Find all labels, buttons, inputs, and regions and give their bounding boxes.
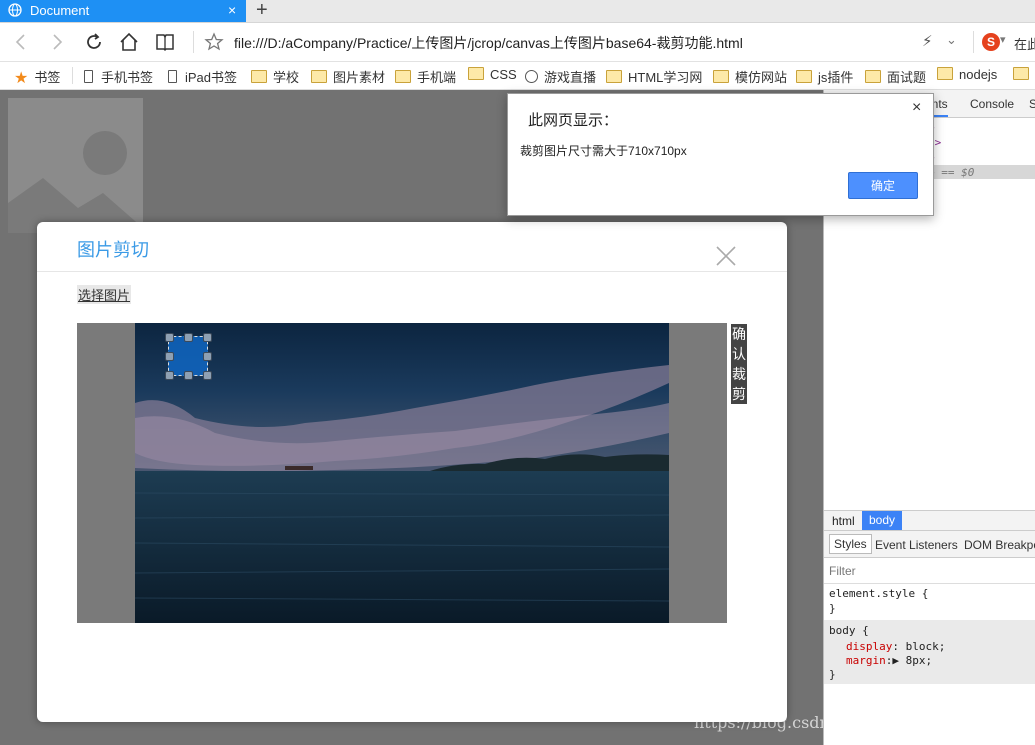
address-input[interactable]: file:///D:/aCompany/Practice/上传图片/jcrop/… bbox=[234, 33, 743, 53]
bookmark-item[interactable] bbox=[1013, 67, 1035, 82]
lightning-icon[interactable]: ⚡ bbox=[922, 32, 933, 50]
image-placeholder-icon bbox=[8, 131, 143, 233]
folder-icon bbox=[395, 70, 411, 83]
bookmarks-bar: ★ 书签 手机书签 iPad书签 学校 图片素材 手机端 CSS 游戏直播 HTM… bbox=[0, 62, 1035, 90]
tab-bar: Document × + bbox=[0, 0, 1035, 23]
bookmark-item[interactable]: CSS bbox=[468, 67, 517, 82]
crop-image[interactable] bbox=[135, 323, 669, 623]
bookmark-item[interactable]: HTML学习网 bbox=[606, 67, 702, 86]
bookmark-item[interactable]: 游戏直播 bbox=[525, 67, 596, 86]
close-icon[interactable] bbox=[716, 246, 736, 266]
bookmark-item[interactable]: iPad书签 bbox=[168, 67, 237, 86]
crop-selection[interactable] bbox=[165, 333, 212, 380]
alert-title: 此网页显示： bbox=[528, 112, 619, 129]
crop-handle-ne[interactable] bbox=[203, 333, 212, 342]
forward-icon[interactable] bbox=[46, 31, 68, 53]
bookmark-item[interactable]: 图片素材 bbox=[311, 67, 385, 86]
search-engine-logo-icon[interactable]: S bbox=[982, 33, 1000, 51]
body-rule-selector: body { bbox=[829, 624, 869, 637]
ok-button[interactable]: 确定 bbox=[848, 172, 918, 199]
bookmark-item[interactable]: 模仿网站 bbox=[713, 67, 787, 86]
filter-divider bbox=[824, 583, 1035, 584]
bookmark-item[interactable]: 学校 bbox=[251, 67, 299, 86]
bookmark-divider bbox=[72, 67, 73, 84]
bookmark-item[interactable]: 手机书签 bbox=[84, 67, 153, 86]
crop-handle-sw[interactable] bbox=[165, 371, 174, 380]
seascape-image bbox=[135, 323, 669, 623]
styles-subtabs: Styles Event Listeners DOM Breakpo bbox=[824, 531, 1035, 558]
image-placeholder bbox=[8, 98, 143, 233]
search-input[interactable]: 在此 bbox=[1014, 34, 1035, 53]
folder-icon bbox=[311, 70, 327, 83]
folder-icon bbox=[865, 70, 881, 83]
new-tab-button[interactable]: + bbox=[256, 0, 268, 22]
navigation-bar: file:///D:/aCompany/Practice/上传图片/jcrop/… bbox=[0, 23, 1035, 62]
reading-view-icon[interactable] bbox=[154, 31, 176, 53]
crop-handle-e[interactable] bbox=[203, 352, 212, 361]
css-property-margin[interactable]: margin:▶ 8px; bbox=[846, 654, 932, 667]
rule-close: } bbox=[829, 668, 836, 681]
css-property-display[interactable]: display: block; bbox=[846, 640, 945, 653]
modal-divider bbox=[37, 271, 787, 272]
folder-icon bbox=[796, 70, 812, 83]
folder-icon bbox=[1013, 67, 1029, 80]
select-image-button[interactable]: 选择图片 bbox=[77, 285, 132, 304]
tab-event-listeners[interactable]: Event Listeners bbox=[875, 538, 958, 552]
nav-divider bbox=[973, 31, 974, 53]
crop-handle-n[interactable] bbox=[184, 333, 193, 342]
nav-divider bbox=[193, 31, 194, 53]
star-icon: ★ bbox=[14, 70, 29, 87]
home-icon[interactable] bbox=[118, 31, 140, 53]
bookmark-item[interactable]: ★ 书签 bbox=[14, 67, 60, 88]
bookmark-item[interactable]: 手机端 bbox=[395, 67, 456, 86]
modal-title: 图片剪切 bbox=[77, 240, 149, 260]
phone-icon bbox=[168, 70, 177, 83]
folder-icon bbox=[251, 70, 267, 83]
alert-dialog: 此网页显示： × 裁剪图片尺寸需大于710x710px 确定 bbox=[507, 93, 934, 216]
reload-icon[interactable] bbox=[83, 31, 105, 53]
confirm-crop-button[interactable]: 确认裁剪 bbox=[731, 324, 747, 404]
element-style-rule: element.style { bbox=[829, 587, 929, 600]
globe-icon bbox=[8, 3, 22, 17]
bookmark-item[interactable]: js插件 bbox=[796, 67, 853, 86]
breadcrumb: html body bbox=[824, 510, 1035, 531]
chevron-down-icon[interactable]: ⌄ bbox=[946, 32, 957, 48]
tab-dom-breakpoints[interactable]: DOM Breakpo bbox=[964, 538, 1035, 552]
bookmark-item[interactable]: nodejs bbox=[937, 67, 997, 82]
crop-modal: 图片剪切 选择图片 确认裁剪 bbox=[37, 222, 787, 722]
folder-icon bbox=[468, 67, 484, 80]
styles-filter-input[interactable]: Filter bbox=[829, 564, 856, 578]
crop-handle-s[interactable] bbox=[184, 371, 193, 380]
tab-sources[interactable]: S bbox=[1029, 97, 1035, 111]
crop-handle-se[interactable] bbox=[203, 371, 212, 380]
close-icon[interactable]: × bbox=[912, 99, 921, 117]
folder-icon bbox=[937, 67, 953, 80]
tab-styles[interactable]: Styles bbox=[829, 534, 872, 554]
favorite-star-icon[interactable] bbox=[203, 31, 225, 53]
search-engine-dropdown-icon[interactable]: ▾ bbox=[1000, 33, 1006, 46]
tab-title: Document bbox=[30, 3, 90, 18]
crop-handle-nw[interactable] bbox=[165, 333, 174, 342]
bookmark-item[interactable]: 面试题 bbox=[865, 67, 926, 86]
folder-icon bbox=[713, 70, 729, 83]
tab-console[interactable]: Console bbox=[970, 97, 1014, 111]
folder-icon bbox=[606, 70, 622, 83]
globe-icon bbox=[525, 70, 538, 83]
tab-close-icon[interactable]: × bbox=[228, 2, 236, 18]
selected-node-hint: > == $0 bbox=[928, 166, 975, 179]
phone-icon bbox=[84, 70, 93, 83]
alert-message: 裁剪图片尺寸需大于710x710px bbox=[520, 144, 687, 158]
breadcrumb-body[interactable]: body bbox=[862, 511, 903, 530]
tab-document[interactable]: Document × bbox=[0, 0, 246, 22]
crop-handle-w[interactable] bbox=[165, 352, 174, 361]
rule-close: } bbox=[829, 602, 836, 615]
breadcrumb-html[interactable]: html bbox=[832, 514, 855, 528]
back-icon[interactable] bbox=[10, 31, 32, 53]
crop-area[interactable] bbox=[77, 323, 727, 623]
